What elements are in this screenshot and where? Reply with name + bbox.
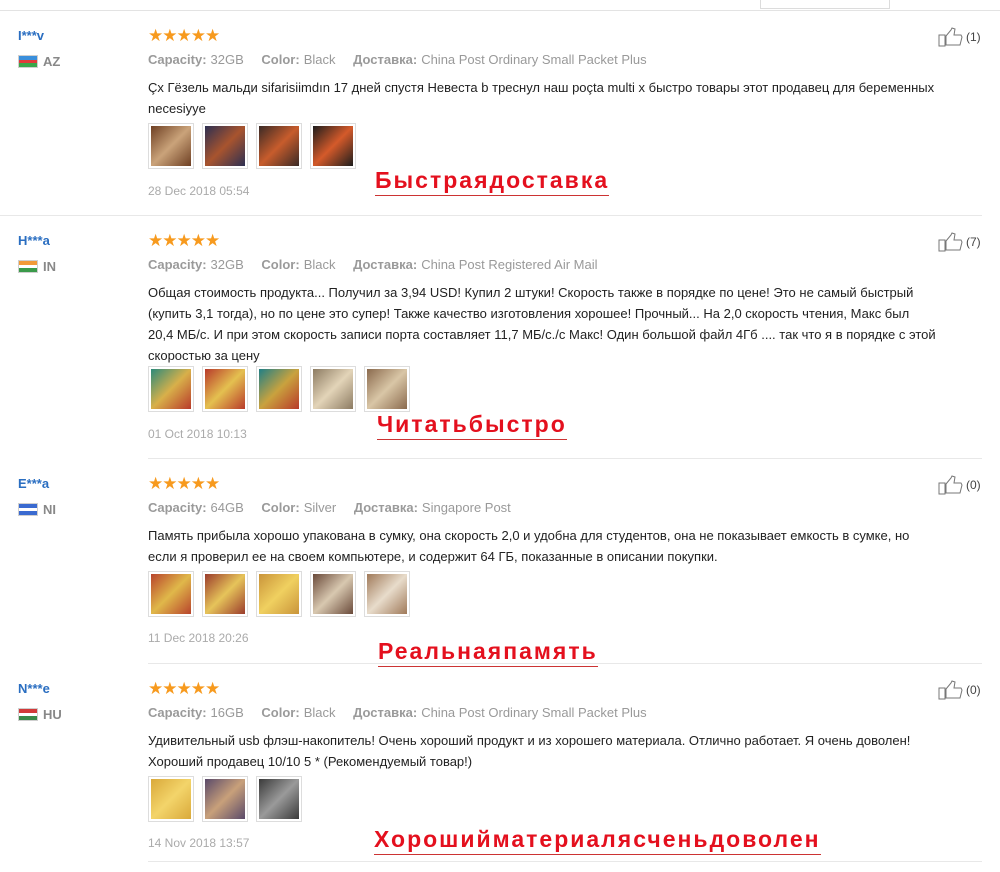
country-code: AZ (43, 54, 61, 69)
star-rating: ★★★★★ (148, 679, 220, 698)
color-value: Black (303, 52, 336, 67)
helpful-button[interactable]: (7) (938, 232, 981, 252)
annotation-text: Хорошийматериалясченьдоволен (374, 826, 821, 855)
country-code: NI (43, 502, 56, 517)
reviewer-name[interactable]: E***a (18, 476, 49, 491)
country-code: HU (43, 707, 62, 722)
review-photos (148, 571, 410, 617)
review-photos (148, 776, 302, 822)
country-code: IN (43, 259, 56, 274)
review-photo[interactable] (310, 571, 356, 617)
review-photo[interactable] (148, 366, 194, 412)
review-photos (148, 123, 356, 169)
review-item: H***a IN ★★★★★ (7) Capacity: 32GB Color: B… (0, 216, 1000, 459)
review-photo[interactable] (310, 366, 356, 412)
helpful-button[interactable]: (0) (938, 680, 981, 700)
annotation-text: Реальнаяпамять (378, 638, 598, 667)
review-date: 28 Dec 2018 05:54 (148, 184, 250, 198)
helpful-count: (0) (966, 683, 981, 697)
shipping-value: China Post Ordinary Small Packet Plus (421, 52, 647, 67)
flag-icon (18, 503, 38, 516)
review-meta: Capacity: 32GB Color: Black Доставка: China… (148, 52, 647, 67)
sort-select[interactable] (760, 0, 890, 9)
review-date: 01 Oct 2018 10:13 (148, 427, 247, 441)
review-photo[interactable] (148, 776, 194, 822)
review-photo[interactable] (202, 366, 248, 412)
thumbs-up-icon (938, 680, 963, 700)
reviewer-country: IN (18, 259, 56, 274)
star-rating: ★★★★★ (148, 474, 220, 493)
review-text: Удивительный usb флэш-накопитель! Очень … (148, 733, 911, 769)
review-photo[interactable] (310, 123, 356, 169)
review-meta: Capacity: 32GB Color: Black Доставка: China… (148, 257, 598, 272)
review-photo[interactable] (202, 776, 248, 822)
helpful-count: (7) (966, 235, 981, 249)
review-photo[interactable] (364, 366, 410, 412)
reviewer-name[interactable]: H***a (18, 233, 50, 248)
star-rating: ★★★★★ (148, 26, 220, 45)
reviewer-name[interactable]: I***v (18, 28, 44, 43)
star-rating: ★★★★★ (148, 231, 220, 250)
flag-icon (18, 260, 38, 273)
review-photo[interactable] (256, 366, 302, 412)
helpful-count: (1) (966, 30, 981, 44)
helpful-count: (0) (966, 478, 981, 492)
reviewer-country: NI (18, 502, 56, 517)
thumbs-up-icon (938, 27, 963, 47)
review-photo[interactable] (202, 571, 248, 617)
shipping-value: Singapore Post (421, 500, 511, 515)
flag-icon (18, 55, 38, 68)
review-date: 14 Nov 2018 13:57 (148, 836, 250, 850)
review-text: Память прибыла хорошо упакована в сумку,… (148, 528, 910, 564)
review-text: Çх Гёзель мальди sifarisiimdın 17 дней с… (148, 80, 935, 116)
annotation-text: Быстраядоставка (375, 167, 610, 196)
color-value: Black (303, 257, 336, 272)
thumbs-up-icon (938, 232, 963, 252)
review-photo[interactable] (256, 571, 302, 617)
shipping-value: China Post Registered Air Mail (421, 257, 598, 272)
review-item: N***e HU ★★★★★ (0) Capacity: 16GB Color: B… (0, 664, 1000, 862)
review-photo[interactable] (256, 123, 302, 169)
thumbs-up-icon (938, 475, 963, 495)
review-photo[interactable] (202, 123, 248, 169)
review-item: I***v AZ ★★★★★ (1) Capacity: 32GB Color: B… (0, 11, 1000, 216)
capacity-value: 32GB (210, 52, 244, 67)
capacity-value: 64GB (210, 500, 244, 515)
review-text: Общая стоимость продукта... Получил за 3… (148, 285, 936, 363)
review-date: 11 Dec 2018 20:26 (148, 631, 249, 645)
color-value: Black (303, 705, 336, 720)
review-photo[interactable] (148, 123, 194, 169)
review-item: E***a NI ★★★★★ (0) Capacity: 64GB Color: S… (0, 459, 1000, 667)
color-value: Silver (303, 500, 337, 515)
review-meta: Capacity: 16GB Color: Black Доставка: China… (148, 705, 647, 720)
capacity-value: 16GB (210, 705, 244, 720)
reviewer-name[interactable]: N***e (18, 681, 50, 696)
flag-icon (18, 708, 38, 721)
annotation-text: Читатьбыстро (377, 411, 567, 440)
review-photo[interactable] (256, 776, 302, 822)
review-photo[interactable] (364, 571, 410, 617)
reviewer-country: AZ (18, 54, 60, 69)
review-meta: Capacity: 64GB Color: Silver Доставка: Sing… (148, 500, 511, 515)
review-photos (148, 366, 410, 412)
review-divider (148, 861, 982, 862)
review-photo[interactable] (148, 571, 194, 617)
reviewer-country: HU (18, 707, 62, 722)
helpful-button[interactable]: (1) (938, 27, 981, 47)
shipping-value: China Post Ordinary Small Packet Plus (421, 705, 647, 720)
capacity-value: 32GB (210, 257, 244, 272)
helpful-button[interactable]: (0) (938, 475, 981, 495)
